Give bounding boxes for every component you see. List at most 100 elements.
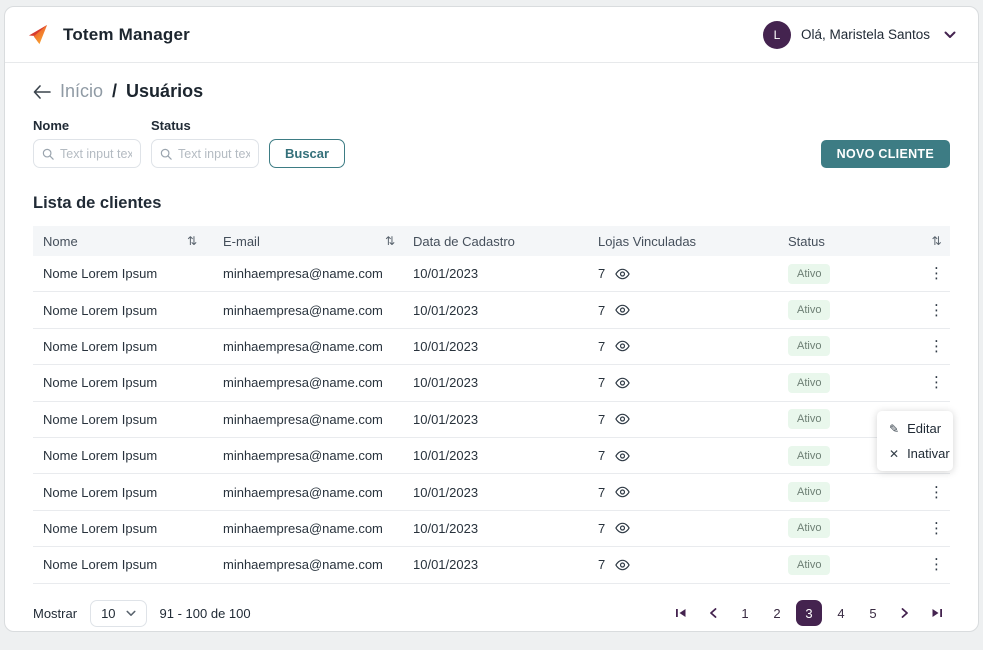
pencil-icon: ✎ (889, 422, 899, 436)
row-actions-button[interactable]: ⋮ (923, 483, 950, 502)
page-button-3[interactable]: 3 (796, 600, 822, 626)
first-page-button[interactable] (668, 600, 694, 626)
row-actions-button[interactable]: ⋮ (923, 555, 950, 574)
cell-lojas-count: 7 (598, 412, 605, 427)
cell-lojas-count: 7 (598, 557, 605, 572)
row-actions-button[interactable]: ⋮ (923, 301, 950, 320)
cell-lojas-count: 7 (598, 485, 605, 500)
page-button-1[interactable]: 1 (732, 600, 758, 626)
nome-filter-input-box (33, 139, 141, 168)
cell-data-cadastro: 10/01/2023 (413, 266, 478, 281)
cell-nome: Nome Lorem Ipsum (43, 412, 157, 427)
table-row[interactable]: Nome Lorem Ipsum minhaempresa@name.com 1… (33, 329, 950, 365)
arrow-left-icon (33, 85, 51, 99)
row-actions-button[interactable]: ⋮ (923, 264, 950, 283)
cell-email: minhaempresa@name.com (223, 375, 383, 390)
cell-nome: Nome Lorem Ipsum (43, 557, 157, 572)
sort-icon-nome[interactable]: ⇅ (187, 234, 197, 248)
status-badge: Ativo (788, 555, 830, 575)
eye-icon[interactable] (615, 268, 630, 280)
menu-item-inativar[interactable]: ✕ Inativar (877, 441, 953, 466)
avatar: L (763, 21, 791, 49)
prev-page-button[interactable] (700, 600, 726, 626)
breadcrumb-separator: / (112, 81, 117, 102)
column-header-nome: Nome (43, 234, 78, 249)
user-greeting: Olá, Maristela Santos (801, 27, 930, 42)
brand: Totem Manager (27, 23, 190, 46)
table-row[interactable]: Nome Lorem Ipsum minhaempresa@name.com 1… (33, 511, 950, 547)
table-header: Nome ⇅ E-mail ⇅ Data de Cadastro Lojas V… (33, 226, 950, 256)
cell-email: minhaempresa@name.com (223, 557, 383, 572)
cell-lojas-count: 7 (598, 303, 605, 318)
table-row[interactable]: Nome Lorem Ipsum minhaempresa@name.com 1… (33, 474, 950, 510)
close-icon: ✕ (889, 447, 899, 461)
last-page-button[interactable] (924, 600, 950, 626)
cell-nome: Nome Lorem Ipsum (43, 266, 157, 281)
cell-email: minhaempresa@name.com (223, 303, 383, 318)
cell-nome: Nome Lorem Ipsum (43, 448, 157, 463)
status-badge: Ativo (788, 446, 830, 466)
breadcrumb-current: Usuários (126, 81, 203, 102)
sort-icon-actions[interactable]: ⇅ (931, 234, 941, 248)
eye-icon[interactable] (615, 559, 630, 571)
search-button[interactable]: Buscar (269, 139, 345, 168)
column-header-status: Status (788, 234, 825, 249)
breadcrumb: Início / Usuários (33, 81, 950, 102)
status-badge: Ativo (788, 264, 830, 284)
cell-email: minhaempresa@name.com (223, 485, 383, 500)
cell-nome: Nome Lorem Ipsum (43, 521, 157, 536)
new-client-button[interactable]: NOVO CLIENTE (821, 140, 950, 168)
cell-data-cadastro: 10/01/2023 (413, 339, 478, 354)
status-badge: Ativo (788, 482, 830, 502)
eye-icon[interactable] (615, 522, 630, 534)
user-menu[interactable]: L Olá, Maristela Santos (763, 21, 956, 49)
range-text: 91 - 100 de 100 (160, 606, 251, 621)
back-button[interactable] (33, 85, 51, 99)
cell-data-cadastro: 10/01/2023 (413, 485, 478, 500)
eye-icon[interactable] (615, 304, 630, 316)
page-button-4[interactable]: 4 (828, 600, 854, 626)
status-filter-field: Status (151, 118, 259, 168)
chevron-down-icon (944, 31, 956, 39)
menu-item-editar-label: Editar (907, 421, 941, 436)
sort-icon-email[interactable]: ⇅ (385, 234, 395, 248)
page-button-2[interactable]: 2 (764, 600, 790, 626)
list-title: Lista de clientes (33, 194, 950, 213)
page-size-select[interactable]: 10 (90, 600, 146, 627)
nome-filter-label: Nome (33, 118, 141, 133)
row-actions-button[interactable]: ⋮ (923, 519, 950, 538)
row-actions-button[interactable]: ⋮ (923, 337, 950, 356)
cell-nome: Nome Lorem Ipsum (43, 303, 157, 318)
status-filter-input[interactable] (178, 147, 250, 161)
menu-item-editar[interactable]: ✎ Editar (877, 416, 953, 441)
table-row[interactable]: Nome Lorem Ipsum minhaempresa@name.com 1… (33, 365, 950, 401)
table-row[interactable]: Nome Lorem Ipsum minhaempresa@name.com 1… (33, 402, 950, 438)
table-row[interactable]: Nome Lorem Ipsum minhaempresa@name.com 1… (33, 292, 950, 328)
filter-bar: Nome Status Buscar NOVO (33, 118, 950, 168)
eye-icon[interactable] (615, 450, 630, 462)
cell-data-cadastro: 10/01/2023 (413, 412, 478, 427)
search-icon (42, 148, 54, 160)
cell-email: minhaempresa@name.com (223, 266, 383, 281)
eye-icon[interactable] (615, 377, 630, 389)
table-row[interactable]: Nome Lorem Ipsum minhaempresa@name.com 1… (33, 438, 950, 474)
cell-lojas-count: 7 (598, 521, 605, 536)
eye-icon[interactable] (615, 413, 630, 425)
eye-icon[interactable] (615, 340, 630, 352)
cell-lojas-count: 7 (598, 266, 605, 281)
table-row[interactable]: Nome Lorem Ipsum minhaempresa@name.com 1… (33, 547, 950, 583)
row-actions-button[interactable]: ⋮ (923, 373, 950, 392)
eye-icon[interactable] (615, 486, 630, 498)
next-page-button[interactable] (892, 600, 918, 626)
cell-email: minhaempresa@name.com (223, 448, 383, 463)
column-header-data-cadastro: Data de Cadastro (413, 234, 515, 249)
breadcrumb-parent[interactable]: Início (60, 81, 103, 102)
cell-lojas-count: 7 (598, 448, 605, 463)
cell-lojas-count: 7 (598, 375, 605, 390)
cell-email: minhaempresa@name.com (223, 339, 383, 354)
nome-filter-input[interactable] (60, 147, 132, 161)
row-context-menu: ✎ Editar ✕ Inativar (877, 411, 953, 471)
mostrar-label: Mostrar (33, 606, 77, 621)
table-row[interactable]: Nome Lorem Ipsum minhaempresa@name.com 1… (33, 256, 950, 292)
page-button-5[interactable]: 5 (860, 600, 886, 626)
